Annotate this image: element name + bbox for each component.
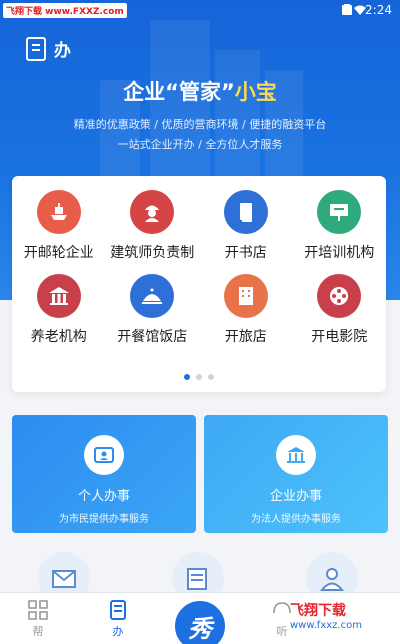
service-hotel[interactable]: 开旅店 — [199, 274, 293, 346]
watermark-url: www.fxxz.com — [290, 620, 362, 631]
service-label: 养老机构 — [30, 329, 87, 345]
service-label: 开电影院 — [311, 329, 368, 345]
service-label: 开旅店 — [224, 329, 267, 345]
source-tag: 飞翔下载 www.FXXZ.com — [3, 3, 127, 18]
dish-cover-icon — [142, 288, 163, 304]
page-dot[interactable] — [196, 374, 202, 380]
service-label: 开培训机构 — [304, 245, 375, 261]
tab-label: 听 — [276, 625, 288, 638]
tab-help[interactable]: 帮 — [8, 599, 68, 639]
service-icon-bg — [36, 190, 81, 234]
tab-label: 帮 — [32, 625, 44, 638]
subtitle-line-2: 一站式企业开办 / 全方位人才服务 — [117, 138, 283, 151]
page-dot[interactable] — [208, 374, 214, 380]
status-time: 2:24 — [365, 3, 392, 17]
service-icon-bg — [223, 190, 268, 234]
personal-affairs-card[interactable]: 个人办事 为市民提供办事服务 — [12, 415, 196, 533]
page-indicator — [12, 365, 386, 384]
book-icon — [26, 36, 46, 61]
service-icon-bg — [223, 274, 268, 318]
institution-icon — [276, 435, 316, 475]
book-icon — [239, 203, 252, 222]
service-training[interactable]: 开培训机构 — [293, 190, 387, 262]
slogan-main: 企业“管家” — [123, 80, 235, 104]
services-card: 开邮轮企业 建筑师负责制 开书店 开培训机构 养老机构 开餐馆饭店 开旅店 开电… — [12, 176, 386, 392]
subtitle-line-1: 精准的优惠政策 / 优质的营商环境 / 便捷的融资平台 — [73, 118, 327, 131]
book-icon — [110, 600, 126, 620]
board-icon — [330, 204, 349, 221]
more-services-row — [0, 552, 400, 604]
service-icon-bg — [36, 274, 81, 318]
service-label: 开餐馆饭店 — [117, 329, 188, 345]
person-icon — [319, 568, 345, 591]
page-dot-active[interactable] — [184, 374, 190, 380]
id-card-icon — [84, 435, 124, 475]
watermark-title: 飞翔下载 — [290, 603, 346, 619]
grid-icon — [28, 600, 48, 620]
card-title: 个人办事 — [77, 489, 130, 504]
hotel-icon — [238, 287, 253, 305]
tab-label: 办 — [112, 625, 124, 638]
watermark-logo: 飞翔下载 www.fxxz.com — [290, 600, 398, 640]
service-cinema[interactable]: 开电影院 — [293, 274, 387, 346]
services-grid: 开邮轮企业 建筑师负责制 开书店 开培训机构 养老机构 开餐馆饭店 开旅店 开电… — [12, 190, 386, 346]
card-subtitle: 为市民提供办事服务 — [59, 514, 149, 525]
film-reel-icon — [330, 287, 349, 305]
center-button-label: 秀 — [188, 614, 212, 643]
service-elderly-care[interactable]: 养老机构 — [12, 274, 106, 346]
service-restaurant[interactable]: 开餐馆饭店 — [106, 274, 200, 346]
card-subtitle: 为法人提供办事服务 — [251, 514, 341, 525]
service-bookstore[interactable]: 开书店 — [199, 190, 293, 262]
service-icon-bg — [130, 190, 175, 234]
service-icon-bg — [130, 274, 175, 318]
slogan: 企业“管家”小宝 — [0, 76, 400, 106]
mail-icon — [52, 570, 76, 588]
ship-icon — [50, 203, 67, 220]
status-bar: 飞翔下载 www.FXXZ.com 2:24 — [0, 0, 400, 20]
corporate-affairs-card[interactable]: 企业办事 为法人提供办事服务 — [204, 415, 388, 533]
tab-handle[interactable]: 办 — [88, 599, 148, 639]
service-label: 开书店 — [224, 245, 267, 261]
worker-icon — [145, 205, 160, 222]
service-icon-bg — [317, 190, 362, 234]
service-cruise[interactable]: 开邮轮企业 — [12, 190, 106, 262]
service-architect[interactable]: 建筑师负责制 — [106, 190, 200, 262]
service-label: 建筑师负责制 — [110, 245, 195, 261]
slogan-accent: 小宝 — [234, 80, 277, 104]
service-icon-bg — [317, 274, 362, 318]
card-title: 企业办事 — [269, 489, 322, 504]
building-icon — [48, 287, 69, 305]
page-title: 办 — [54, 41, 71, 61]
app-logo: 办 — [26, 36, 71, 61]
battery-icon — [342, 4, 352, 15]
document-icon — [187, 568, 207, 590]
service-label: 开邮轮企业 — [23, 245, 94, 261]
